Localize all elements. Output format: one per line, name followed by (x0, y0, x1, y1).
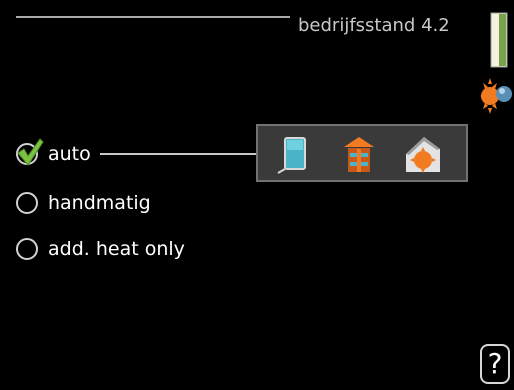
mode-icons-panel (256, 124, 468, 182)
sun-globe-icon (480, 78, 512, 114)
thermometer-bar-icon (490, 12, 508, 68)
checkmark-icon (17, 138, 44, 166)
option-add-heat-only-radio[interactable] (16, 238, 38, 260)
house-sun-icon (406, 137, 440, 173)
help-button[interactable]: ? (480, 344, 510, 384)
option-auto-label: auto (48, 143, 91, 165)
option-auto-radio[interactable] (16, 138, 44, 166)
page-title: bedrijfsstand 4.2 (298, 15, 450, 36)
house-heating-icon (344, 137, 374, 172)
option-handmatig-radio[interactable] (16, 192, 38, 214)
header-divider (16, 16, 290, 18)
selection-connector-line (100, 153, 256, 155)
option-add-heat-only-label: add. heat only (48, 238, 185, 260)
option-auto[interactable]: auto (16, 138, 91, 168)
option-handmatig[interactable]: handmatig (16, 189, 151, 217)
option-handmatig-label: handmatig (48, 192, 151, 214)
pool-icon (277, 137, 306, 174)
option-add-heat-only[interactable]: add. heat only (16, 235, 185, 263)
